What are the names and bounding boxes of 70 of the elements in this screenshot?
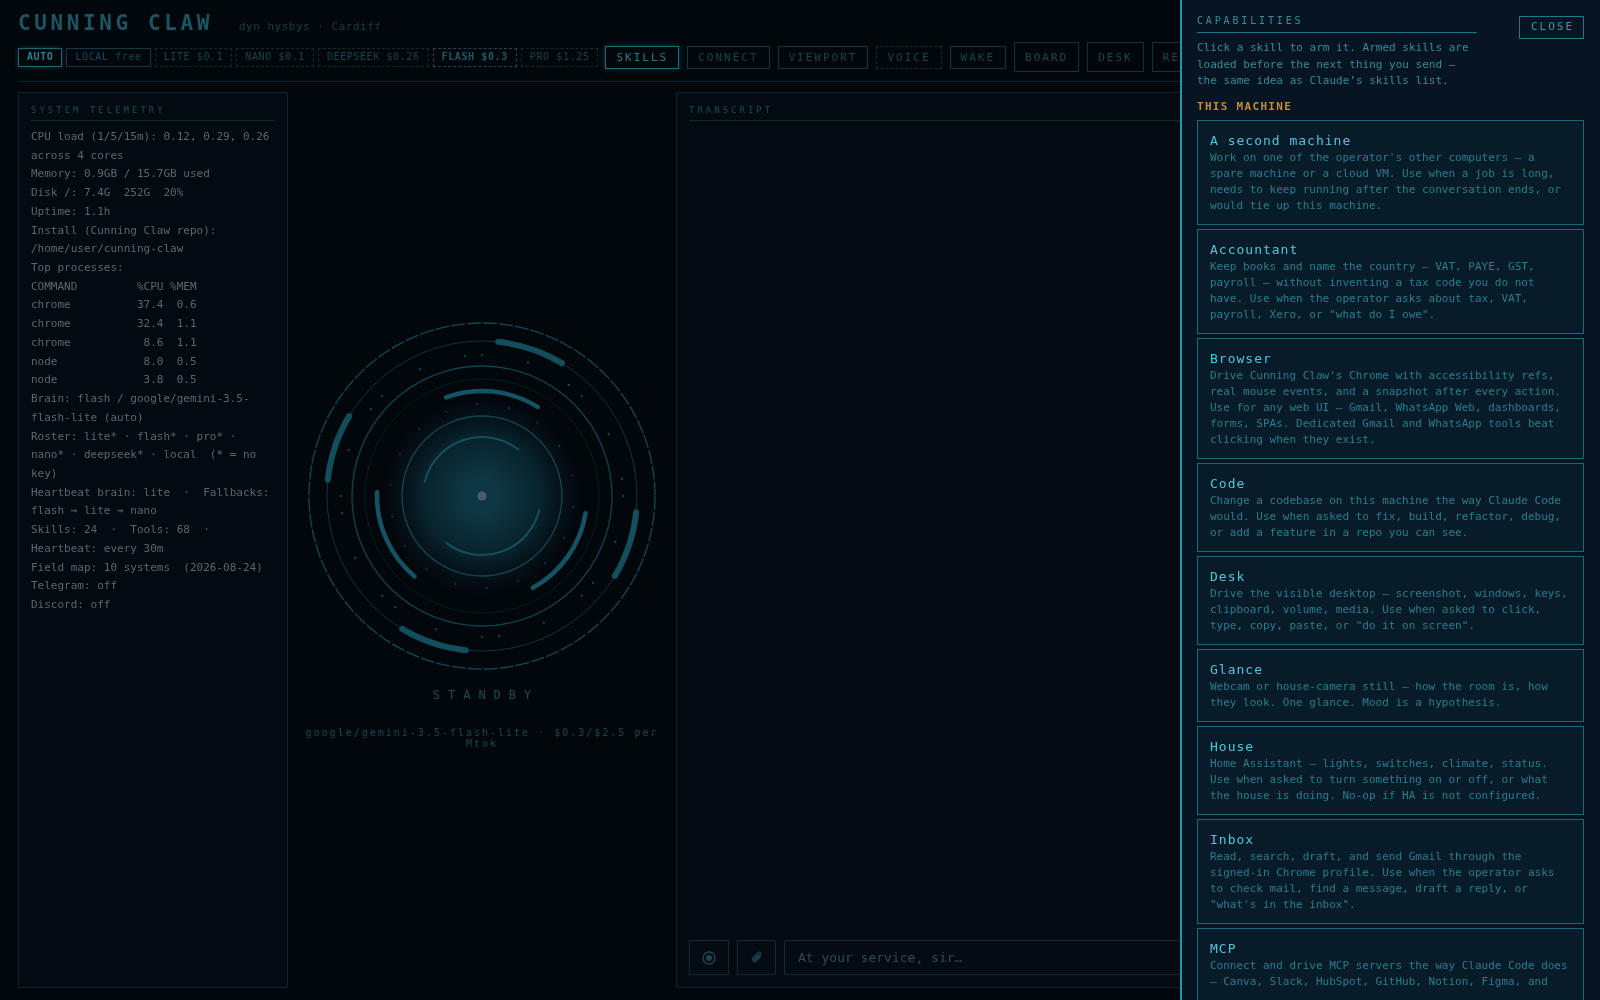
telemetry-line: Install (Cunning Claw repo): /home/user/cunning-claw: [31, 222, 218, 258]
telemetry-line: Top processes:: [31, 260, 125, 277]
skill-name: Code: [1210, 474, 1247, 493]
skill-name: Inbox: [1210, 830, 1256, 849]
skill-name: Accountant: [1210, 240, 1300, 259]
paperclip-icon: [750, 950, 763, 965]
nav-tab[interactable]: CONNECT: [687, 45, 770, 69]
telemetry-line: chrome 32.4 1.1: [31, 316, 198, 333]
skill-card[interactable]: MCP Connect and drive MCP servers the way Claude Code does — Canva, Slack, HubSpot, GitHub, Notion, Figma, and: [1197, 927, 1584, 1000]
telemetry-line: node 8.0 0.5: [31, 353, 198, 370]
model-mode-button[interactable]: PRO $1.25: [520, 47, 599, 67]
telemetry-line: Skills: 24 · Tools: 68 · Heartbeat: every 30m: [31, 522, 211, 557]
telemetry-line: Disk /: 7.4G 252G 20%: [31, 185, 185, 202]
model-mode-button[interactable]: FLASH $0.3: [432, 47, 517, 67]
model-mode-button[interactable]: LOCAL free: [66, 47, 151, 67]
model-mode-button[interactable]: NANO $0.1: [236, 47, 314, 67]
telemetry-line: chrome 8.6 1.1: [31, 334, 198, 351]
telemetry-line: Telegram: off: [31, 578, 119, 595]
skill-card[interactable]: A second machine Work on one of the operator's other computers — a spare machine or a cloud VM. Use when a job is long, needs to keep running after the conversation ends, or would tie up this machine.: [1197, 119, 1584, 225]
skill-description: Drive the visible desktop — screenshot, windows, keys, clipboard, volume, media. Use when asked to click, type, copy, paste, or "do it on screen".: [1210, 585, 1569, 634]
panel-button[interactable]: DESK: [1087, 42, 1144, 72]
status-label: STANDBY: [431, 687, 540, 703]
telemetry-line: Uptime: 1.1h: [31, 203, 112, 220]
panel-title: SYSTEM TELEMETRY: [31, 103, 275, 121]
attach-button[interactable]: [737, 940, 776, 975]
skill-description: Change a codebase on this machine the way Claude Code would. Use when asked to fix, build, refactor, debug, or add a feature in a repo you can see.: [1210, 492, 1562, 541]
skill-name: A second machine: [1210, 131, 1353, 150]
nav-tab[interactable]: VIEWPORT: [777, 45, 869, 69]
skill-description: Webcam or house-camera still — how the room is, how they look. One glance. Mood is a hypothesis.: [1210, 678, 1549, 711]
skill-description: Read, search, draft, and send Gmail through the signed-in Chrome profile. Use when the operator asks to check mail, find a message, draft a reply, or "what's in the inbox".: [1210, 848, 1556, 913]
app-title: CUNNING CLAW: [18, 10, 213, 36]
skill-description: Keep books and name the country — VAT, PAYE, GST, payroll — without inventing a tax code you do not have. Use when the operator asks about tax, VAT, payroll, Xero, or "what do I owe".: [1210, 258, 1536, 323]
skill-name: House: [1210, 737, 1256, 756]
location-subtitle: dyn hysbys · Cardiff: [238, 20, 382, 34]
skill-card[interactable]: Desk Drive the visible desktop — screenshot, windows, keys, clipboard, volume, media. Use when asked to click, type, copy, paste, or "do it on screen".: [1197, 555, 1584, 645]
record-button[interactable]: [689, 940, 729, 975]
telemetry-line: Heartbeat brain: lite · Fallbacks: flash → lite → nano: [31, 484, 271, 520]
telemetry-line: node 3.8 0.5: [31, 372, 198, 389]
telemetry-line: Memory: 0.9GB / 15.7GB used: [31, 166, 211, 183]
nav-tab[interactable]: WAKE: [949, 45, 1007, 69]
nav-tab[interactable]: SKILLS: [605, 45, 680, 69]
drawer-title: CAPABILITIES: [1197, 14, 1477, 33]
telemetry-line: Discord: off: [31, 596, 112, 613]
telemetry-line: Brain: flash / google/gemini-3.5-flash-lite (auto): [31, 391, 251, 426]
telemetry-line: COMMAND %CPU %MEM: [31, 278, 198, 295]
skill-description: Work on one of the operator's other computers — a spare machine or a cloud VM. Use when a job is long, needs to keep running after the conversation ends, or would tie up this machine.: [1210, 149, 1562, 214]
skill-card[interactable]: Accountant Keep books and name the country — VAT, PAYE, GST, payroll — without inventing a tax code you do not have. Use when the operator asks about tax, VAT, payroll, Xero, or "what do I owe".: [1197, 228, 1584, 334]
telemetry-line: chrome 37.4 0.6: [31, 297, 198, 314]
telemetry-line: Roster: lite* · flash* · pro* · nano* · deepseek* · local (* = no key): [31, 428, 258, 482]
model-mode-button[interactable]: DEEPSEEK $0.26: [317, 47, 429, 67]
skill-card[interactable]: [1197, 337, 1584, 459]
close-button[interactable]: CLOSE: [1519, 16, 1584, 39]
panel-button[interactable]: BOARD: [1014, 42, 1080, 72]
telemetry-line: CPU load (1/5/15m): 0.12, 0.29, 0.26 across 4 cores: [31, 129, 271, 164]
model-mode-button[interactable]: LITE $0.1: [154, 47, 233, 67]
model-mode-button[interactable]: AUTO: [18, 47, 63, 67]
skill-description: Drive Cunning Claw's Chrome with accessibility refs, real mouse events, and a snapshot after every action. Use for any web UI — Gmail, WhatsApp Web, dashboards, forms, SPAs. Dedicated Gmail and WhatsApp tools beat clicking when they exist.: [1210, 367, 1562, 448]
skill-name: Desk: [1210, 567, 1247, 586]
model-info: google/gemini-3.5-flash-lite · $0.3/$2.5 per Mtok: [304, 727, 660, 749]
nav-tab[interactable]: VOICE: [876, 45, 942, 69]
telemetry-line: Field map: 10 systems (2026-08-24): [31, 559, 264, 576]
skill-card[interactable]: Inbox Read, search, draft, and send Gmail through the signed-in Chrome profile. Use when the operator asks to check mail, find a message, draft a reply, or "what's in the inbox".: [1197, 818, 1584, 924]
record-icon: [702, 950, 716, 965]
skill-description: Home Assistant — lights, switches, climate, status. Use when asked to turn something on or off, or what the house is doing. No-op if HA is not configured.: [1210, 755, 1549, 804]
skill-card[interactable]: Glance Webcam or house-camera still — how the room is, how they look. One glance. Mood is a hypothesis.: [1197, 648, 1584, 722]
skill-name: Glance: [1210, 660, 1264, 679]
skill-card[interactable]: House Home Assistant — lights, switches, climate, status. Use when asked to turn something on or off, or what the house is doing. No-op if HA is not configured.: [1197, 725, 1584, 815]
skill-name: MCP: [1210, 939, 1238, 958]
skill-name: Browser: [1210, 349, 1273, 368]
skill-card[interactable]: Code Change a codebase on this machine the way Claude Code would. Use when asked to fix, build, refactor, debug, or add a feature in a repo you can see.: [1197, 462, 1584, 552]
